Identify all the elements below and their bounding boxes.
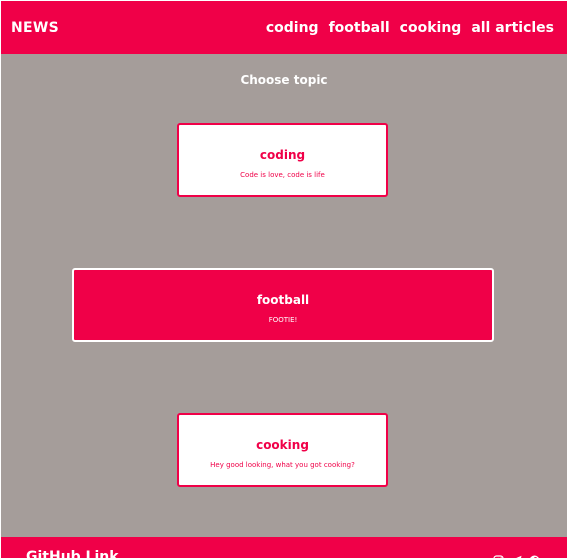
nav-link-coding[interactable]: coding: [266, 19, 319, 37]
topic-description: Code is love, code is life: [240, 171, 325, 179]
topic-title: coding: [259, 148, 306, 162]
instagram-icon[interactable]: [493, 551, 504, 558]
app: NEWS coding football cooking all article…: [1, 1, 567, 558]
topic-card-football[interactable]: football FOOTIE!: [72, 268, 494, 342]
facebook-icon[interactable]: [529, 551, 540, 558]
nav-link-all-articles[interactable]: all articles: [471, 19, 554, 37]
topic-title: football: [256, 293, 310, 307]
brand-link[interactable]: NEWS: [11, 19, 59, 37]
page-heading: Choose topic: [240, 73, 328, 87]
topic-card-coding[interactable]: coding Code is love, code is life: [177, 123, 388, 197]
social-icons: [493, 551, 540, 558]
nav-link-cooking[interactable]: cooking: [400, 19, 462, 37]
topic-card-cooking[interactable]: cooking Hey good looking, what you got c…: [177, 413, 388, 487]
telegram-icon[interactable]: [511, 551, 522, 558]
nav-link-football[interactable]: football: [329, 19, 390, 37]
navbar: NEWS coding football cooking all article…: [1, 1, 567, 54]
footer: GitHub Link: [1, 537, 567, 558]
nav-links: coding football cooking all articles: [266, 19, 554, 37]
github-link[interactable]: GitHub Link: [26, 548, 482, 558]
topic-description: Hey good looking, what you got cooking?: [210, 461, 355, 469]
topic-description: FOOTIE!: [268, 316, 298, 324]
topic-title: cooking: [256, 438, 309, 452]
